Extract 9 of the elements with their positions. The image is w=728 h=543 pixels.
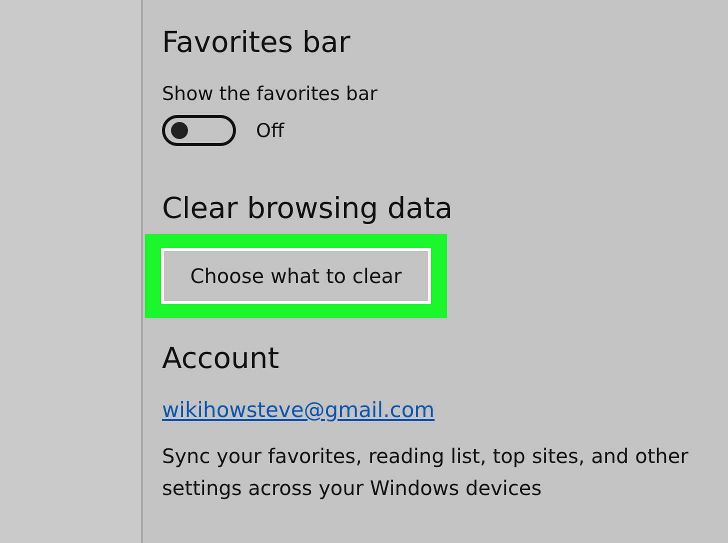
section-heading: Account — [162, 340, 280, 376]
section-heading: Clear browsing data — [162, 190, 454, 226]
setting-label: Show the favorites bar — [162, 82, 378, 107]
toggle-switch[interactable] — [162, 115, 236, 146]
choose-what-to-clear-button[interactable]: Choose what to clear — [161, 248, 431, 304]
toggle-state-text: Off — [256, 120, 284, 142]
email-link[interactable]: wikihowsteve@gmail.com — [162, 398, 435, 422]
sync-description: Sync your favorites, reading list, top sites, and other settings across your Windows devices — [162, 443, 690, 502]
section-heading: Favorites bar — [162, 24, 352, 60]
